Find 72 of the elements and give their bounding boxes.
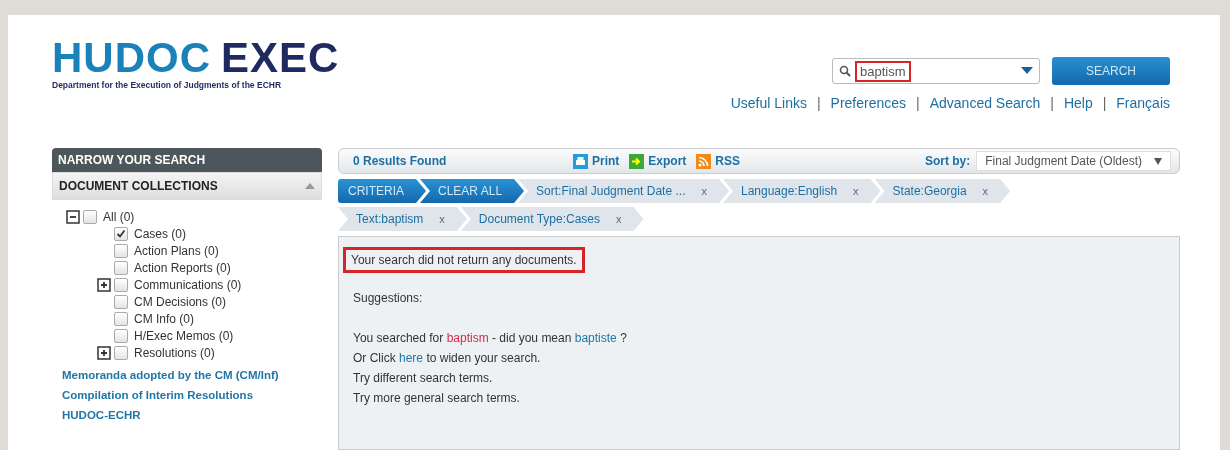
sidebar-title: NARROW YOUR SEARCH — [52, 148, 322, 172]
action-link[interactable]: Export — [648, 154, 687, 168]
checkbox[interactable] — [114, 345, 128, 360]
tree-item[interactable]: CM Info (0) — [134, 311, 194, 326]
suggestion-text: You searched for baptism - did you mean baptiste ? — [353, 331, 627, 345]
suggestion-text: Try different search terms. — [353, 371, 494, 385]
header-link[interactable]: Useful Links — [730, 95, 807, 111]
logo-text: EXEC — [221, 37, 340, 79]
link-separator: | — [816, 95, 821, 111]
dropdown-caret-icon[interactable] — [1021, 67, 1033, 75]
checkbox[interactable] — [114, 243, 128, 258]
sort-dropdown[interactable]: Final Judgment Date (Oldest) — [976, 151, 1171, 171]
sort-label: Sort by: — [924, 154, 971, 168]
remove-filter-button[interactable]: x — [701, 185, 707, 197]
tree-item[interactable]: Action Plans (0) — [134, 243, 219, 258]
logo-text: HUDOC — [52, 37, 211, 79]
filter-label: State:Georgia — [892, 184, 967, 198]
plus-box-icon[interactable] — [97, 277, 111, 292]
sidebar-link[interactable]: Compilation of Interim Resolutions — [62, 389, 322, 401]
action-link[interactable]: RSS — [715, 154, 741, 168]
remove-filter-button[interactable]: x — [982, 185, 989, 197]
widen-search-link[interactable]: here — [399, 351, 424, 365]
header-link[interactable]: Advanced Search — [929, 95, 1041, 111]
checkbox[interactable] — [114, 277, 128, 292]
minus-box-icon[interactable] — [66, 209, 80, 224]
search-field[interactable]: baptism — [832, 58, 1040, 84]
tree-item[interactable]: Communications (0) — [134, 277, 242, 292]
plus-box-icon[interactable] — [97, 345, 111, 360]
printer-icon — [573, 153, 588, 169]
link-separator: | — [1050, 95, 1054, 111]
remove-filter-button[interactable]: x — [616, 213, 622, 225]
dropdown-caret-icon — [1154, 157, 1162, 165]
tree-item[interactable]: All (0) — [103, 209, 135, 224]
checkbox[interactable] — [114, 260, 128, 275]
remove-filter-button[interactable]: x — [853, 185, 859, 197]
filter-label: Document Type:Cases — [478, 212, 601, 226]
filter-label: Sort:Final Judgment Date ... — [536, 184, 686, 198]
tree-item[interactable]: Resolutions (0) — [134, 345, 215, 360]
header-link[interactable]: Preferences — [830, 95, 907, 111]
sidebar-link[interactable]: Memoranda adopted by the CM (CM/Inf) — [62, 369, 322, 381]
suggestion-text: Or Click here to widen your search. — [353, 351, 542, 365]
checkbox[interactable] — [114, 328, 128, 343]
collection-header[interactable]: DOCUMENT COLLECTIONS — [52, 172, 322, 200]
filter-label: Language:English — [740, 184, 838, 198]
checkbox[interactable] — [114, 311, 128, 326]
filter-label: Text:baptism — [356, 212, 424, 226]
header-link[interactable]: Français — [1116, 95, 1170, 111]
no-results-message: Your search did not return any documents. — [343, 247, 585, 273]
remove-filter-button[interactable]: x — [439, 213, 445, 225]
suggestion-text: Try more general search terms. — [353, 391, 521, 405]
criteria-tab[interactable]: CRITERIA — [338, 179, 426, 203]
suggestions-title: Suggestions: — [353, 291, 423, 305]
checkbox[interactable] — [114, 294, 128, 309]
logo-tagline: Department for the Execution of Judgments of the ECHR — [52, 80, 283, 90]
clear-all-button[interactable]: CLEAR ALL — [420, 179, 525, 203]
search-icon — [839, 65, 851, 77]
tree-item[interactable]: Action Reports (0) — [134, 260, 231, 275]
tree-item[interactable]: Cases (0) — [134, 226, 186, 241]
tree-item[interactable]: CM Decisions (0) — [134, 294, 226, 309]
link-separator: | — [1102, 95, 1107, 111]
header-link[interactable]: Help — [1063, 95, 1093, 111]
collapse-arrow-icon[interactable] — [305, 183, 315, 189]
suggested-term-link[interactable]: baptiste — [574, 331, 617, 345]
action-link[interactable]: Print — [592, 154, 620, 168]
tree-item[interactable]: H/Exec Memos (0) — [134, 328, 234, 343]
checkbox[interactable] — [83, 209, 97, 224]
search-button[interactable]: SEARCH — [1052, 57, 1170, 85]
rss-icon — [696, 153, 712, 169]
checkbox[interactable] — [114, 226, 128, 241]
sidebar-link[interactable]: HUDOC-ECHR — [62, 409, 322, 421]
results-count: 0 Results Found — [353, 154, 448, 168]
link-separator: | — [916, 95, 920, 111]
